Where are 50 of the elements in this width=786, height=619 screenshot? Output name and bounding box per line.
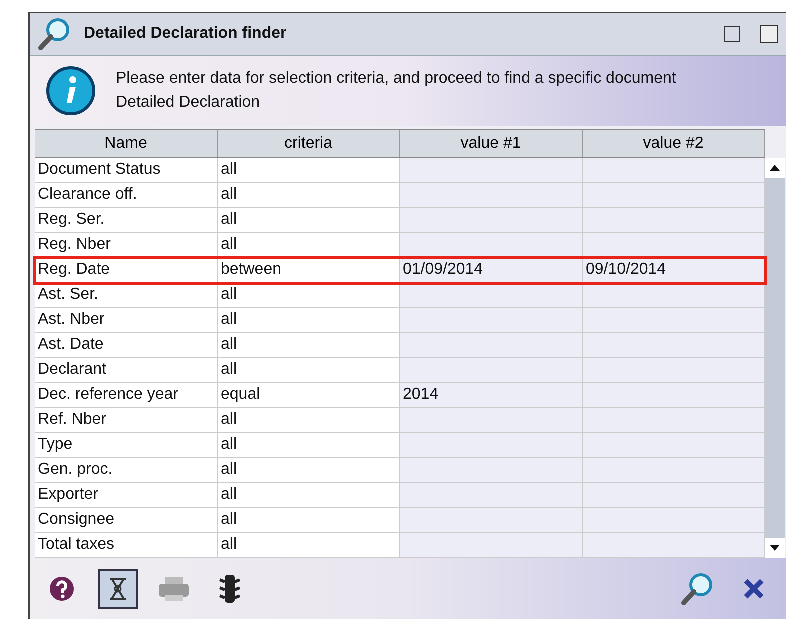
traffic-light-icon	[219, 574, 241, 604]
table-row[interactable]: Type all	[35, 433, 765, 458]
scroll-up-icon[interactable]	[765, 158, 785, 178]
table-row[interactable]: Ast. Ser. all	[35, 283, 765, 308]
table-row[interactable]: Dec. reference year equal 2014	[35, 383, 765, 408]
info-message: Please enter data for selection criteria, and proceed to find a specific document Detailed Declaration	[116, 69, 678, 113]
search-icon	[681, 572, 715, 606]
hourglass-icon	[107, 576, 129, 602]
scroll-down-icon[interactable]	[765, 538, 785, 558]
table-cell: Ast. Ser.	[35, 283, 218, 307]
table-row[interactable]: Reg. Ser. all	[35, 208, 765, 233]
column-header[interactable]: value #1	[400, 130, 583, 157]
table-row[interactable]: Exporter all	[35, 483, 765, 508]
table-cell: Ast. Date	[35, 333, 218, 357]
table-row[interactable]: Declarant all	[35, 358, 765, 383]
table-cell: Ref. Nber	[35, 408, 218, 432]
table-cell: Consignee	[35, 508, 218, 532]
table-cell: Type	[35, 433, 218, 457]
table-row[interactable]: Ref. Nber all	[35, 408, 765, 433]
table-cell: Declarant	[35, 358, 218, 382]
table-cell: Clearance off.	[35, 183, 218, 207]
table-cell: 09/10/2014	[583, 258, 765, 282]
table-row[interactable]: Ast. Nber all	[35, 308, 765, 333]
table-cell: Total taxes	[35, 533, 218, 557]
help-icon	[49, 576, 75, 602]
printer-icon	[157, 574, 191, 602]
table-row[interactable]: Consignee all	[35, 508, 765, 533]
table-row[interactable]: Total taxes all	[35, 533, 765, 558]
table-cell: Reg. Ser.	[35, 208, 218, 232]
column-header[interactable]: Name	[35, 130, 218, 157]
table-cell: Exporter	[35, 483, 218, 507]
table-cell: Document Status	[35, 158, 218, 182]
highlighted-row[interactable]: Reg. Date between 01/09/2014 09/10/2014	[35, 258, 765, 283]
table-cell: 01/09/2014	[400, 258, 583, 282]
table-cell: 2014	[400, 383, 583, 407]
table-row[interactable]: Clearance off. all	[35, 183, 765, 208]
table-cell: Reg. Date	[35, 258, 218, 282]
window-title: Detailed Declaration finder	[84, 24, 287, 44]
table-row[interactable]: Document Status all	[35, 158, 765, 183]
table-row[interactable]: Gen. proc. all	[35, 458, 765, 483]
table-row[interactable]: Ast. Date all	[35, 333, 765, 358]
table-cell: Gen. proc.	[35, 458, 218, 482]
table-cell: Dec. reference year	[35, 383, 218, 407]
table-row[interactable]: Reg. Nber all	[35, 233, 765, 258]
toolbar-button[interactable]	[98, 568, 138, 608]
table-cell: Ast. Nber	[35, 308, 218, 332]
info-icon	[46, 66, 96, 116]
search-icon	[38, 17, 72, 51]
column-header[interactable]: criteria	[218, 130, 400, 157]
column-header[interactable]: value #2	[583, 130, 765, 157]
